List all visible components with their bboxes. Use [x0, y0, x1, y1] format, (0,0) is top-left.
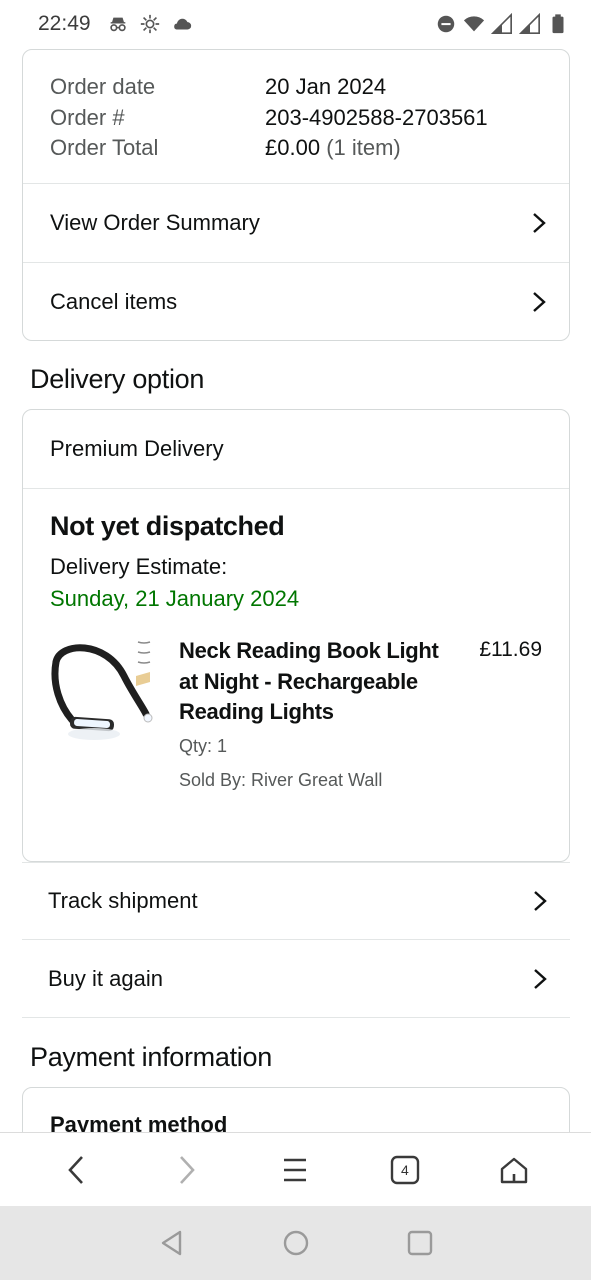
tabs-icon: 4	[390, 1155, 420, 1185]
signal-icon	[491, 13, 512, 34]
shipment-block: Not yet dispatched Delivery Estimate: Su…	[23, 489, 569, 791]
menu-button[interactable]	[273, 1148, 317, 1192]
settings-icon	[140, 14, 159, 34]
status-time: 22:49	[38, 12, 91, 35]
order-date-value: 20 Jan 2024	[265, 74, 387, 100]
dnd-icon	[437, 15, 455, 33]
order-total-label: Order Total	[50, 135, 159, 161]
battery-icon	[552, 14, 564, 34]
delivery-estimate-label: Delivery Estimate:	[50, 554, 228, 579]
delivery-estimate-date: Sunday, 21 January 2024	[50, 586, 300, 611]
product-image[interactable]	[50, 636, 158, 746]
nav-recents-icon[interactable]	[406, 1229, 434, 1257]
cloud-icon	[173, 18, 191, 30]
order-number-label: Order #	[50, 104, 125, 130]
browser-toolbar: 4	[0, 1132, 591, 1206]
order-details-content[interactable]: Order date 20 Jan 2024 Order # 203-49025…	[0, 48, 591, 1132]
nav-back-icon[interactable]	[158, 1229, 186, 1257]
order-item-count: (1 item)	[326, 135, 401, 161]
item-seller: Sold By: River Great Wall	[179, 769, 383, 790]
track-shipment-label: Track shipment	[48, 888, 198, 913]
back-button[interactable]	[55, 1148, 99, 1192]
home-button[interactable]	[492, 1148, 536, 1192]
payment-card: Payment method	[22, 1087, 570, 1132]
nav-home-icon[interactable]	[282, 1229, 310, 1257]
order-number-row: Order # 203-4902588-2703561	[50, 103, 542, 134]
chevron-right-icon	[534, 891, 547, 911]
order-meta: Order date 20 Jan 2024 Order # 203-49025…	[23, 50, 569, 184]
status-right	[435, 13, 569, 35]
forward-button[interactable]	[164, 1148, 208, 1192]
order-total-value: £0.00	[265, 135, 321, 161]
delivery-option-name: Premium Delivery	[23, 410, 569, 489]
order-summary-card: Order date 20 Jan 2024 Order # 203-49025…	[22, 49, 570, 341]
chevron-right-icon	[534, 968, 547, 989]
item-info: Neck Reading Book Light at Night - Recha…	[179, 636, 439, 791]
cancel-items-link[interactable]: Cancel items	[23, 262, 569, 340]
system-nav-bar	[0, 1206, 591, 1280]
item-title[interactable]: Neck Reading Book Light at Night - Recha…	[179, 636, 439, 728]
order-item[interactable]: Neck Reading Book Light at Night - Recha…	[50, 636, 542, 791]
status-left: 22:49	[38, 12, 193, 36]
chevron-right-icon	[533, 291, 546, 312]
incognito-icon	[109, 17, 126, 32]
tabs-button[interactable]: 4	[383, 1148, 427, 1192]
delivery-option-heading: Delivery option	[30, 364, 205, 394]
order-number-value: 203-4902588-2703561	[265, 104, 488, 130]
payment-information-heading: Payment information	[30, 1042, 272, 1072]
delivery-card: Premium Delivery Not yet dispatched Deli…	[22, 409, 570, 862]
status-bar: 22:49	[0, 0, 591, 48]
view-order-summary-label: View Order Summary	[50, 210, 260, 235]
wifi-icon	[463, 16, 485, 32]
buy-it-again-label: Buy it again	[48, 965, 163, 991]
track-shipment-button[interactable]: Track shipment	[22, 862, 570, 940]
order-date-row: Order date 20 Jan 2024	[50, 72, 542, 103]
chevron-right-icon	[533, 213, 546, 233]
payment-method-label: Payment method	[50, 1112, 228, 1132]
menu-icon	[284, 1158, 307, 1181]
signal-icon	[519, 13, 540, 34]
tab-count: 4	[400, 1161, 409, 1178]
item-qty: Qty: 1	[179, 735, 228, 756]
forward-icon	[180, 1155, 195, 1184]
order-date-label: Order date	[50, 74, 156, 100]
item-price: £11.69	[479, 638, 542, 661]
shipment-status: Not yet dispatched	[50, 511, 285, 541]
buy-it-again-button[interactable]: Buy it again	[22, 940, 570, 1018]
back-icon	[67, 1155, 83, 1184]
home-icon	[501, 1157, 528, 1183]
order-total-value-wrap: £0.00 (1 item)	[265, 135, 401, 161]
view-order-summary-link[interactable]: View Order Summary	[23, 184, 569, 262]
cancel-items-label: Cancel items	[50, 288, 178, 314]
order-total-row: Order Total £0.00 (1 item)	[50, 133, 542, 164]
